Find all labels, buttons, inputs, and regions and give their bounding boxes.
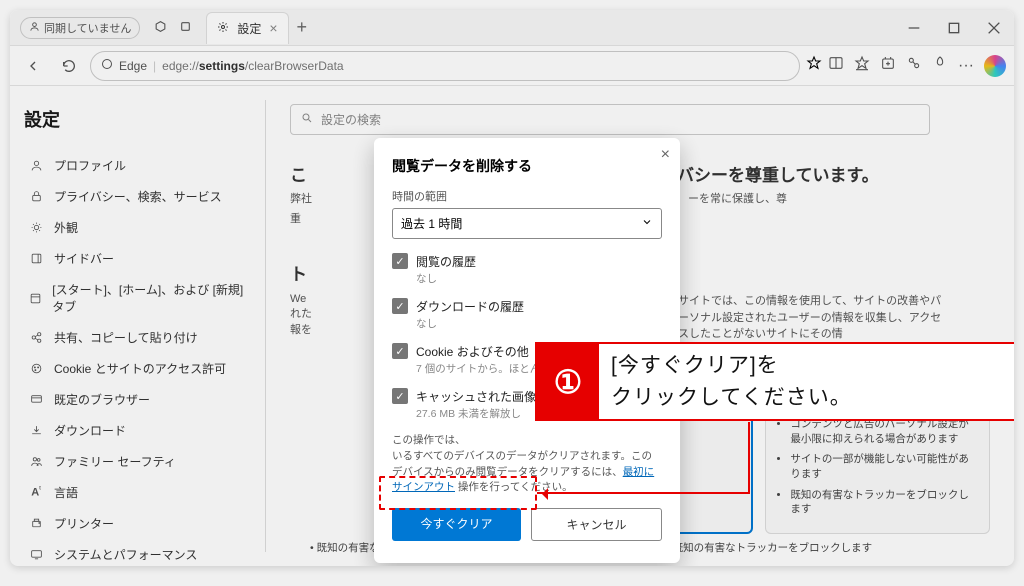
time-range-select[interactable]: 過去 1 時間: [392, 208, 662, 239]
clear-now-button[interactable]: 今すぐクリア: [392, 508, 521, 541]
modal-title: 閲覧データを削除する: [392, 156, 662, 176]
checkbox-icon[interactable]: ✓: [392, 388, 408, 404]
clear-item-1[interactable]: ✓ダウンロードの履歴なし: [392, 298, 662, 331]
modal-note: この操作では、 いるすべてのデバイスのデータがクリアされます。このデバイスからの…: [392, 433, 662, 496]
checkbox-icon[interactable]: ✓: [392, 298, 408, 314]
clear-item-0[interactable]: ✓閲覧の履歴なし: [392, 253, 662, 286]
checkbox-icon[interactable]: ✓: [392, 253, 408, 269]
checkbox-icon[interactable]: ✓: [392, 343, 408, 359]
annotation-arrow-vertical: [748, 422, 750, 493]
cancel-button[interactable]: キャンセル: [531, 508, 662, 541]
modal-close-button[interactable]: ×: [661, 146, 670, 164]
annotation-callout: ① [今すぐクリア]をクリックしてください。: [535, 342, 1014, 421]
callout-message: [今すぐクリア]をクリックしてください。: [599, 346, 1014, 417]
time-range-label: 時間の範囲: [392, 188, 662, 204]
annotation-arrow: [537, 492, 750, 494]
callout-number: ①: [537, 344, 599, 419]
chevron-down-icon: [641, 216, 653, 231]
